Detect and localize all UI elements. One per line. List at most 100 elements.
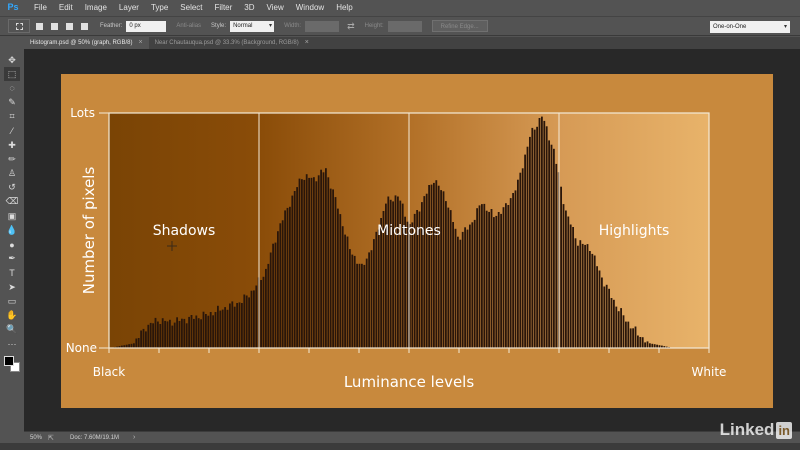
histogram-bar [586,244,589,348]
status-menu-arrow[interactable]: › [133,434,135,441]
height-input[interactable] [387,20,422,32]
color-swatches[interactable] [3,355,21,375]
quick-select-icon[interactable]: ✎ [4,96,20,110]
stamp-icon[interactable]: ♙ [4,167,20,181]
gradient-icon[interactable]: ▣ [4,209,20,223]
new-selection-button[interactable] [34,21,45,32]
canvas-area[interactable]: Lots None Number of pixels Black White Lumina… [24,49,800,431]
export-icon[interactable]: ⇱ [48,434,58,442]
eyedropper-icon[interactable]: ⁄ [4,124,20,138]
histogram-bar [430,184,433,348]
foreground-color[interactable] [4,355,14,366]
style-select[interactable]: Normal [230,20,275,32]
menu-layer[interactable]: Layer [113,3,145,12]
crop-icon[interactable]: ⌗ [4,110,20,124]
menu-select[interactable]: Select [174,3,208,12]
histogram-bar [476,208,478,348]
histogram-bar [605,284,608,348]
histogram-bar [313,177,315,348]
histogram-bar [361,263,363,348]
menu-edit[interactable]: Edit [53,3,79,12]
histogram-bar [517,179,519,348]
tab-label: Near Chautauqua.psd @ 33.3% (Background,… [154,40,299,46]
close-icon[interactable]: × [305,37,309,49]
histogram-bar [471,222,474,348]
histogram-bar [524,154,526,348]
hand-icon[interactable]: ✋ [4,308,20,322]
move-icon[interactable]: ✥ [4,53,20,67]
histogram-bar [617,311,620,348]
brush-icon[interactable]: ✏ [4,152,20,166]
histogram-bar [603,286,606,348]
options-bar: Feather: 0 px Anti-alias Style: Normal W… [0,16,800,36]
menu-3d[interactable]: 3D [238,3,260,12]
histogram-bar [500,213,502,348]
histogram-bar [483,203,486,348]
histogram-bar [183,318,186,348]
x-left-label: Black [93,365,126,379]
subtract-selection-button[interactable] [64,21,75,32]
histogram-bar [315,181,318,348]
add-selection-button[interactable] [49,21,60,32]
menu-window[interactable]: Window [290,3,330,12]
tab-near-chautauqua[interactable]: Near Chautauqua.psd @ 33.3% (Background,… [149,37,315,49]
zoom-level[interactable]: 50% [24,435,48,441]
menu-file[interactable]: File [28,3,53,12]
histogram-bar [317,175,320,348]
feather-input[interactable]: 0 px [126,20,167,32]
histogram-bar [279,223,282,348]
histogram-bar [375,231,378,348]
menu-filter[interactable]: Filter [209,3,239,12]
more-tools-icon[interactable]: ··· [4,337,20,351]
histogram-bar [140,330,142,348]
menu-help[interactable]: Help [330,3,358,12]
menu-view[interactable]: View [261,3,290,12]
histogram-bar [613,299,615,348]
refine-edge-button[interactable]: Refine Edge... [431,20,488,32]
histogram-bar [260,280,262,348]
swap-dimensions-icon[interactable]: ⇄ [347,21,355,32]
menu-image[interactable]: Image [79,3,113,12]
width-input[interactable] [305,20,340,32]
close-icon[interactable]: × [138,37,142,49]
histogram-bar [543,120,546,349]
history-brush-icon[interactable]: ↺ [4,181,20,195]
histogram-bar [445,201,447,348]
histogram-bar [574,238,577,348]
eraser-icon[interactable]: ⌫ [4,195,20,209]
menu-type[interactable]: Type [145,3,174,12]
histogram-bar [169,319,171,348]
histogram-bar [459,239,462,348]
zoom-icon[interactable]: 🔍 [4,323,20,337]
histogram-bar [521,168,524,348]
histogram-bar [507,205,510,348]
document-canvas[interactable]: Lots None Number of pixels Black White Lumina… [61,74,773,408]
intersect-selection-button[interactable] [79,21,90,32]
type-icon[interactable]: T [4,266,20,280]
path-select-icon[interactable]: ➤ [4,280,20,294]
histogram-bar [593,255,596,348]
histogram-bar [490,209,493,348]
blur-icon[interactable]: 💧 [4,223,20,237]
healing-icon[interactable]: ✚ [4,138,20,152]
lasso-icon[interactable]: ◌ [4,81,20,95]
anti-alias-checkbox[interactable]: Anti-alias [176,23,201,29]
marquee-icon[interactable]: ⬚ [4,67,20,82]
pen-icon[interactable]: ✒ [4,252,20,266]
histogram-bar [207,315,210,348]
histogram-bar [149,322,152,348]
dodge-icon[interactable]: ● [4,237,20,251]
workspace-select[interactable]: One-on-One [710,21,790,33]
histogram-bar [608,288,610,348]
histogram-bar [649,343,651,348]
histogram-bar [526,146,529,348]
histogram-bar [466,229,469,348]
histogram-bar [452,222,454,348]
rectangle-icon[interactable]: ▭ [4,294,20,308]
histogram-bar [550,144,553,348]
histogram-bar [469,224,471,348]
tab-histogram[interactable]: Histogram.psd @ 50% (graph, RGB/8) × [24,37,149,49]
tool-preset-picker[interactable] [8,19,30,33]
histogram-bar [428,185,430,348]
watermark-text: Linked [719,420,775,439]
